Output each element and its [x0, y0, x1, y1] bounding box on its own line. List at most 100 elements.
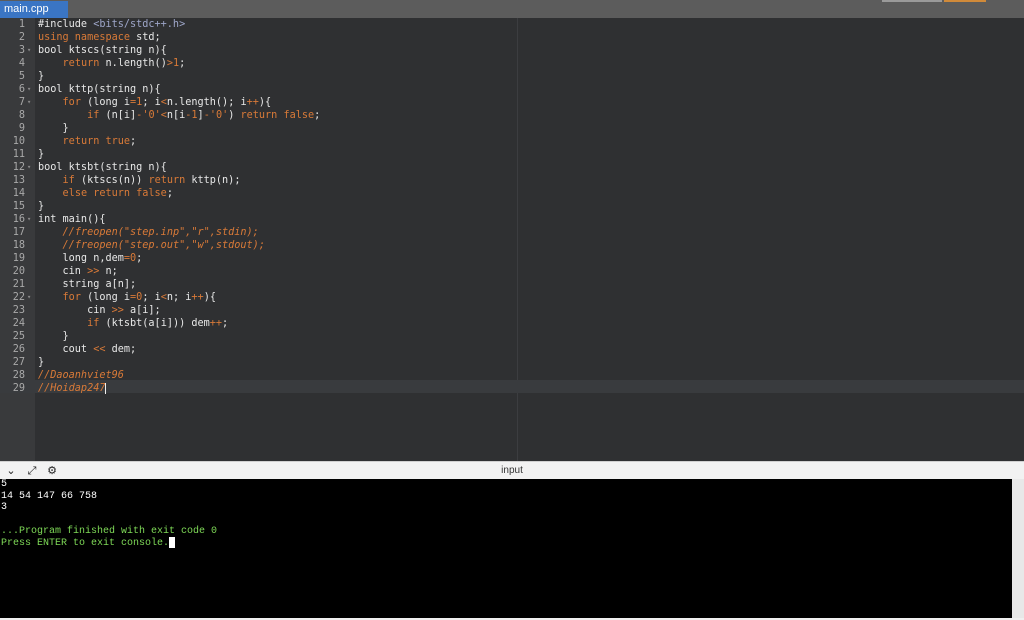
- code-line[interactable]: 2 using namespace std;: [0, 31, 1024, 44]
- code-token: using namespace: [38, 32, 131, 43]
- code-line[interactable]: 11}: [0, 148, 1024, 161]
- code-text: bool ktscs(string n){: [38, 44, 167, 57]
- settings-icon[interactable]: ⚙: [45, 464, 59, 478]
- code-line[interactable]: 13 if (ktscs(n)) return kttp(n);: [0, 174, 1024, 187]
- code-line[interactable]: 4 return n.length()>1;: [0, 57, 1024, 70]
- code-line[interactable]: 20 cin >> n;: [0, 265, 1024, 278]
- code-text: for (long i=0; i<n; i++){: [38, 291, 216, 304]
- code-line[interactable]: 15}: [0, 200, 1024, 213]
- line-number: 21: [12, 279, 25, 290]
- code-line[interactable]: 8 if (n[i]-'0'<n[i-1]-'0') return false;: [0, 109, 1024, 122]
- line-number: 3: [18, 45, 25, 56]
- code-token: (ktsbt(a[i])) dem: [99, 318, 210, 329]
- code-token: n; i: [166, 292, 192, 303]
- code-line[interactable]: 25 }: [0, 330, 1024, 343]
- code-token: >>: [111, 305, 124, 316]
- fold-arrow-icon[interactable]: ▾: [27, 213, 35, 226]
- code-token: }: [38, 123, 69, 134]
- code-line[interactable]: 27}: [0, 356, 1024, 369]
- code-token: a[i];: [123, 305, 161, 316]
- code-line[interactable]: 10 return true;: [0, 135, 1024, 148]
- text-cursor: [105, 382, 107, 394]
- code-text: }: [38, 148, 44, 161]
- code-token: if: [87, 318, 100, 329]
- line-number: 23: [12, 305, 25, 316]
- console-text: Press ENTER to exit console.: [1, 538, 170, 550]
- code-line[interactable]: 23 cin >> a[i];: [0, 304, 1024, 317]
- code-text: if (n[i]-'0'<n[i-1]-'0') return false;: [38, 109, 320, 122]
- line-number: 15: [12, 201, 25, 212]
- code-line[interactable]: 22 ▾ for (long i=0; i<n; i++){: [0, 291, 1024, 304]
- code-token: }: [38, 201, 45, 212]
- code-token: n.length(): [99, 58, 167, 69]
- tab-main-cpp[interactable]: main.cpp: [0, 1, 68, 18]
- fold-arrow-icon[interactable]: ▾: [27, 96, 35, 109]
- code-line[interactable]: 28 //Daoanhviet96: [0, 369, 1024, 382]
- code-token: return false: [240, 110, 315, 121]
- code-line[interactable]: 18 //freopen("step.out","w",stdout);: [0, 239, 1024, 252]
- code-token: ;: [166, 188, 173, 199]
- code-text: int main(){: [38, 213, 105, 226]
- code-token: ;: [130, 136, 137, 147]
- chevron-down-icon[interactable]: ⌄: [4, 464, 18, 478]
- code-line[interactable]: 5}: [0, 70, 1024, 83]
- line-number: 24: [12, 318, 25, 329]
- code-line[interactable]: 19 long n,dem=0;: [0, 252, 1024, 265]
- console-text: 3: [1, 502, 8, 514]
- code-line[interactable]: 17 //freopen("step.inp","r",stdin);: [0, 226, 1024, 239]
- fold-arrow-icon[interactable]: ▾: [27, 291, 35, 304]
- console-text: 5: [1, 479, 8, 490]
- line-number: 11: [12, 149, 25, 160]
- code-line[interactable]: 21 string a[n];: [0, 278, 1024, 291]
- code-editor[interactable]: 1 #include <bits/stdc++.h> 2 using namespac…: [0, 18, 1024, 461]
- code-token: bool ktsbt(string n){: [38, 162, 167, 173]
- code-line[interactable]: 3 ▾ bool ktscs(string n){: [0, 44, 1024, 57]
- code-line[interactable]: 9 }: [0, 122, 1024, 135]
- code-line[interactable]: 6 ▾ bool kttp(string n){: [0, 83, 1024, 96]
- code-line[interactable]: 16 ▾ int main(){: [0, 213, 1024, 226]
- code-token: '0': [142, 110, 161, 121]
- code-text: string a[n];: [38, 278, 137, 291]
- code-line[interactable]: 24 if (ktsbt(a[i])) dem++;: [0, 317, 1024, 330]
- panel-title: input: [501, 465, 523, 476]
- toolbar-strip: [882, 0, 942, 2]
- code-line[interactable]: 7 ▾ for (long i=1; i<n.length(); i++){: [0, 96, 1024, 109]
- expand-icon[interactable]: ⤢: [25, 464, 39, 478]
- line-number: 20: [12, 266, 25, 277]
- code-token: return true: [62, 136, 131, 147]
- console-panel-header: input ⌄ ⤢ ⚙: [0, 461, 1024, 479]
- code-token: for: [62, 292, 81, 303]
- code-text: bool kttp(string n){: [38, 83, 161, 96]
- fold-arrow-icon[interactable]: ▾: [27, 44, 35, 57]
- code-token: n;: [99, 266, 118, 277]
- code-token: bool ktscs(string n){: [38, 45, 167, 56]
- code-line[interactable]: 26 cout << dem;: [0, 343, 1024, 356]
- code-line[interactable]: 12 ▾ bool ktsbt(string n){: [0, 161, 1024, 174]
- console-output[interactable]: 5 14 54 147 66 758 3 ...Program finished wi…: [0, 479, 1012, 618]
- code-text: //Hoidap247: [38, 382, 107, 395]
- line-number: 17: [12, 227, 25, 238]
- console-line: Press ENTER to exit console.: [0, 537, 1012, 550]
- line-number: 18: [12, 240, 25, 251]
- code-token: <<: [93, 344, 106, 355]
- code-line[interactable]: 1 #include <bits/stdc++.h>: [0, 18, 1024, 31]
- code-text: }: [38, 122, 69, 135]
- code-token: ++: [191, 292, 204, 303]
- code-line[interactable]: 14 else return false;: [0, 187, 1024, 200]
- code-token: ;: [314, 110, 321, 121]
- code-text: else return false;: [38, 187, 173, 200]
- code-token: if: [62, 175, 75, 186]
- fold-arrow-icon[interactable]: ▾: [27, 83, 35, 96]
- code-token: ): [228, 110, 241, 121]
- code-line[interactable]: 29 //Hoidap247: [0, 382, 1024, 395]
- code-token: return: [62, 58, 100, 69]
- code-token: }: [38, 71, 45, 82]
- fold-arrow-icon[interactable]: ▾: [27, 161, 35, 174]
- console-cursor: [169, 537, 176, 549]
- console-scrollbar[interactable]: [1012, 479, 1024, 618]
